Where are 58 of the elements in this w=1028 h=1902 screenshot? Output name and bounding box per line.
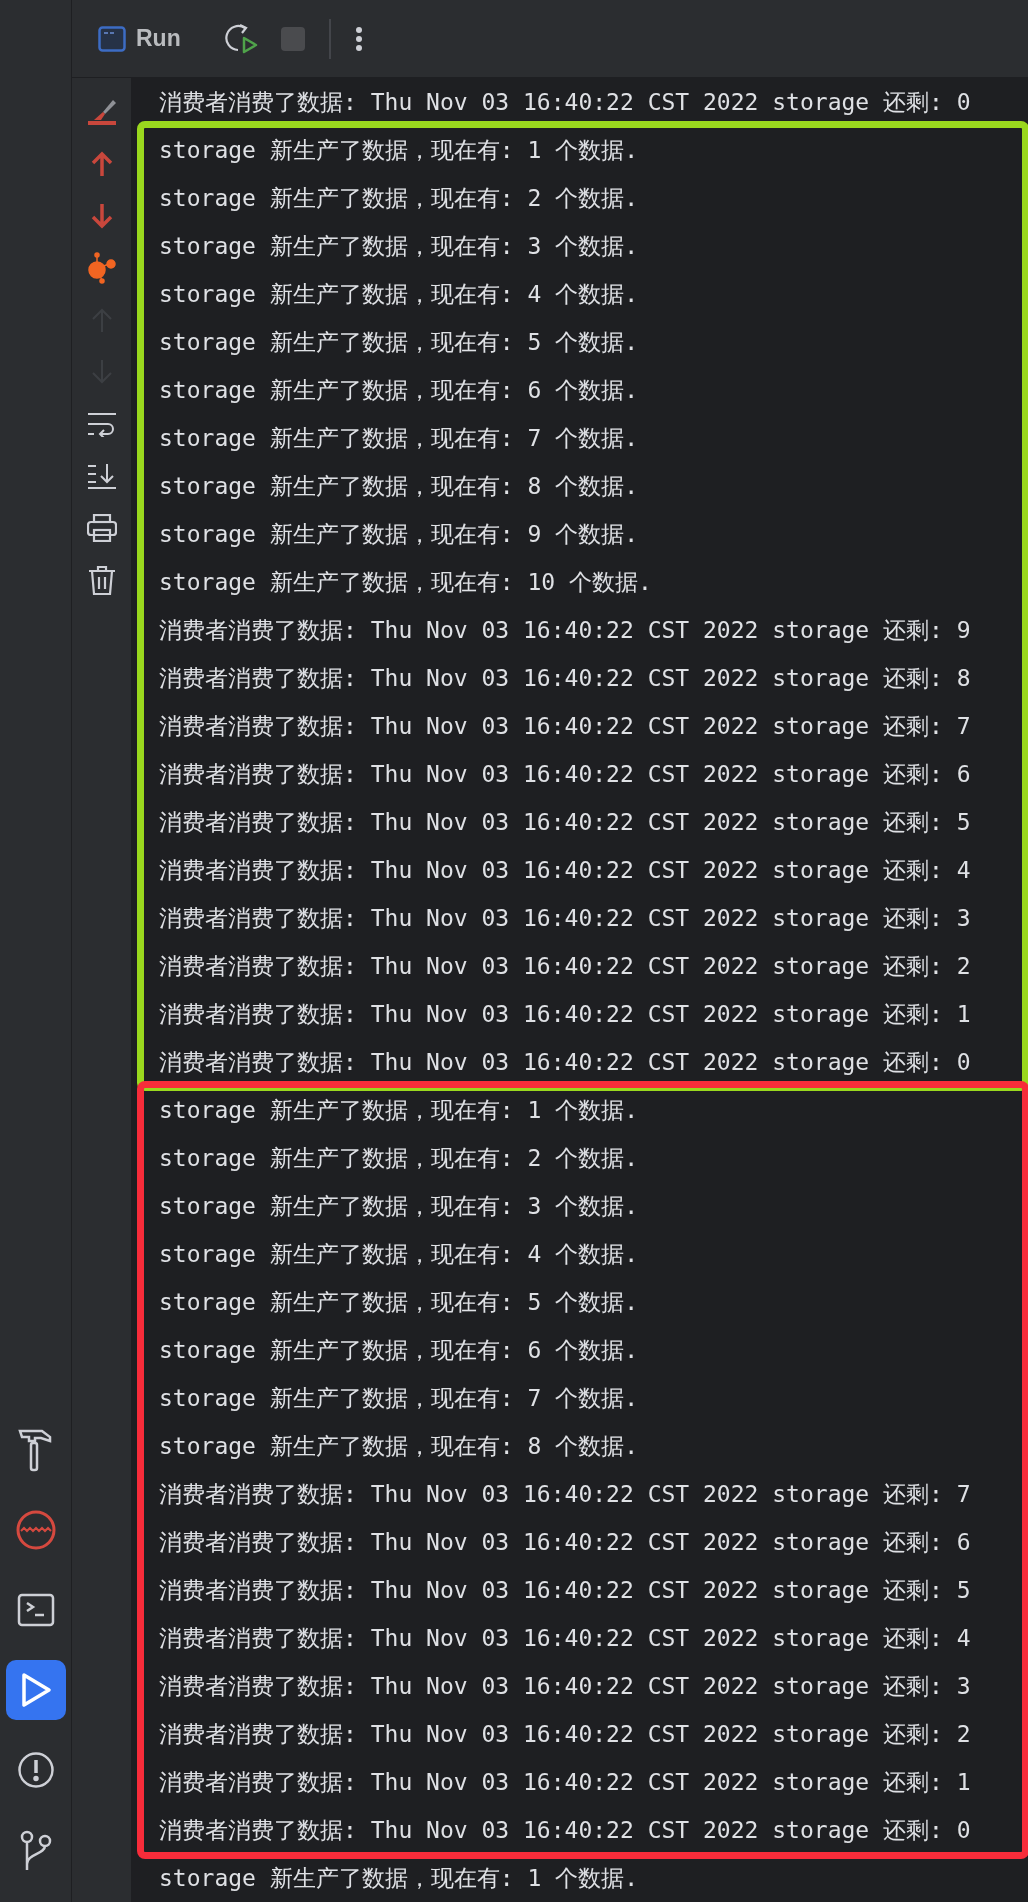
- tool-window-button[interactable]: [5, 1660, 66, 1720]
- console-line: storage 新生产了数据，现在有: 1 个数据.: [159, 137, 638, 163]
- stop-icon: [280, 26, 305, 51]
- console-line: storage 新生产了数据，现在有: 9 个数据.: [159, 521, 638, 547]
- console-line: 消费者消费了数据: Thu Nov 03 16:40:22 CST 2022 storage 还剩: 7: [159, 1481, 971, 1507]
- console-line: 消费者消费了数据: Thu Nov 03 16:40:22 CST 2022 storage 还剩: 2: [159, 953, 971, 979]
- rerun-icon: [224, 22, 259, 55]
- molecule-icon: [86, 252, 117, 284]
- console-line: 消费者消费了数据: Thu Nov 03 16:40:22 CST 2022 storage 还剩: 5: [159, 809, 971, 835]
- trash-icon: [87, 565, 116, 595]
- console-line: storage 新生产了数据，现在有: 8 个数据.: [159, 1433, 638, 1459]
- console-line: storage 新生产了数据，现在有: 10 个数据.: [159, 569, 652, 595]
- console-line: storage 新生产了数据，现在有: 4 个数据.: [159, 281, 638, 307]
- console-line: 消费者消费了数据: Thu Nov 03 16:40:22 CST 2022 storage 还剩: 2: [159, 1721, 971, 1747]
- console-line: storage 新生产了数据，现在有: 5 个数据.: [159, 329, 638, 355]
- console-line: storage 新生产了数据，现在有: 2 个数据.: [159, 1145, 638, 1171]
- console-line: storage 新生产了数据，现在有: 7 个数据.: [159, 425, 638, 451]
- down-arrow-icon: [89, 203, 114, 229]
- console-line: 消费者消费了数据: Thu Nov 03 16:40:22 CST 2022 storage 还剩: 0: [159, 89, 971, 115]
- play-icon: [19, 1672, 52, 1708]
- console-line: 消费者消费了数据: Thu Nov 03 16:40:22 CST 2022 storage 还剩: 1: [159, 1769, 971, 1795]
- console-line: 消费者消费了数据: Thu Nov 03 16:40:22 CST 2022 storage 还剩: 6: [159, 761, 971, 787]
- console-line: 消费者消费了数据: Thu Nov 03 16:40:22 CST 2022 storage 还剩: 7: [159, 713, 971, 739]
- console-line: storage 新生产了数据，现在有: 1 个数据.: [159, 1097, 638, 1123]
- console-line: 消费者消费了数据: Thu Nov 03 16:40:22 CST 2022 storage 还剩: 4: [159, 857, 971, 883]
- console-line: 消费者消费了数据: Thu Nov 03 16:40:22 CST 2022 storage 还剩: 3: [159, 905, 971, 931]
- console-line: 消费者消费了数据: Thu Nov 03 16:40:22 CST 2022 storage 还剩: 1: [159, 1001, 971, 1027]
- console-line: storage 新生产了数据，现在有: 1 个数据.: [159, 1865, 638, 1891]
- gauge-icon: [14, 1509, 57, 1551]
- terminal-icon: [16, 1593, 55, 1627]
- console-line: 消费者消费了数据: Thu Nov 03 16:40:22 CST 2022 storage 还剩: 5: [159, 1577, 971, 1603]
- console-line: 消费者消费了数据: Thu Nov 03 16:40:22 CST 2022 storage 还剩: 9: [159, 617, 971, 643]
- eraser-icon: [86, 98, 117, 126]
- wrap-icon: [86, 411, 117, 437]
- console-line: 消费者消费了数据: Thu Nov 03 16:40:22 CST 2022 storage 还剩: 0: [159, 1049, 971, 1075]
- console-line: storage 新生产了数据，现在有: 7 个数据.: [159, 1385, 638, 1411]
- branch-icon: [18, 1829, 53, 1871]
- console-line: storage 新生产了数据，现在有: 6 个数据.: [159, 1337, 638, 1363]
- console-line: storage 新生产了数据，现在有: 6 个数据.: [159, 377, 638, 403]
- scroll-to-end-icon: [86, 463, 117, 489]
- console-line: storage 新生产了数据，现在有: 2 个数据.: [159, 185, 638, 211]
- console-line: storage 新生产了数据，现在有: 3 个数据.: [159, 233, 638, 259]
- console-line: storage 新生产了数据，现在有: 5 个数据.: [159, 1289, 638, 1315]
- more-icon: [354, 25, 363, 52]
- console-line: 消费者消费了数据: Thu Nov 03 16:40:22 CST 2022 storage 还剩: 6: [159, 1529, 971, 1555]
- run-tab-title: Run: [136, 25, 181, 52]
- printer-icon: [86, 514, 117, 542]
- window-icon: [98, 25, 126, 52]
- console-line: storage 新生产了数据，现在有: 3 个数据.: [159, 1193, 638, 1219]
- console-line: storage 新生产了数据，现在有: 4 个数据.: [159, 1241, 638, 1267]
- console-line: 消费者消费了数据: Thu Nov 03 16:40:22 CST 2022 storage 还剩: 3: [159, 1673, 971, 1699]
- console-line: 消费者消费了数据: Thu Nov 03 16:40:22 CST 2022 storage 还剩: 4: [159, 1625, 971, 1651]
- up-arrow-icon: [89, 151, 114, 177]
- warning-icon: [16, 1751, 55, 1789]
- hammer-icon: [17, 1427, 54, 1473]
- console-line: 消费者消费了数据: Thu Nov 03 16:40:22 CST 2022 storage 还剩: 8: [159, 665, 971, 691]
- console-line: 消费者消费了数据: Thu Nov 03 16:40:22 CST 2022 storage 还剩: 0: [159, 1817, 971, 1843]
- console-line: storage 新生产了数据，现在有: 8 个数据.: [159, 473, 638, 499]
